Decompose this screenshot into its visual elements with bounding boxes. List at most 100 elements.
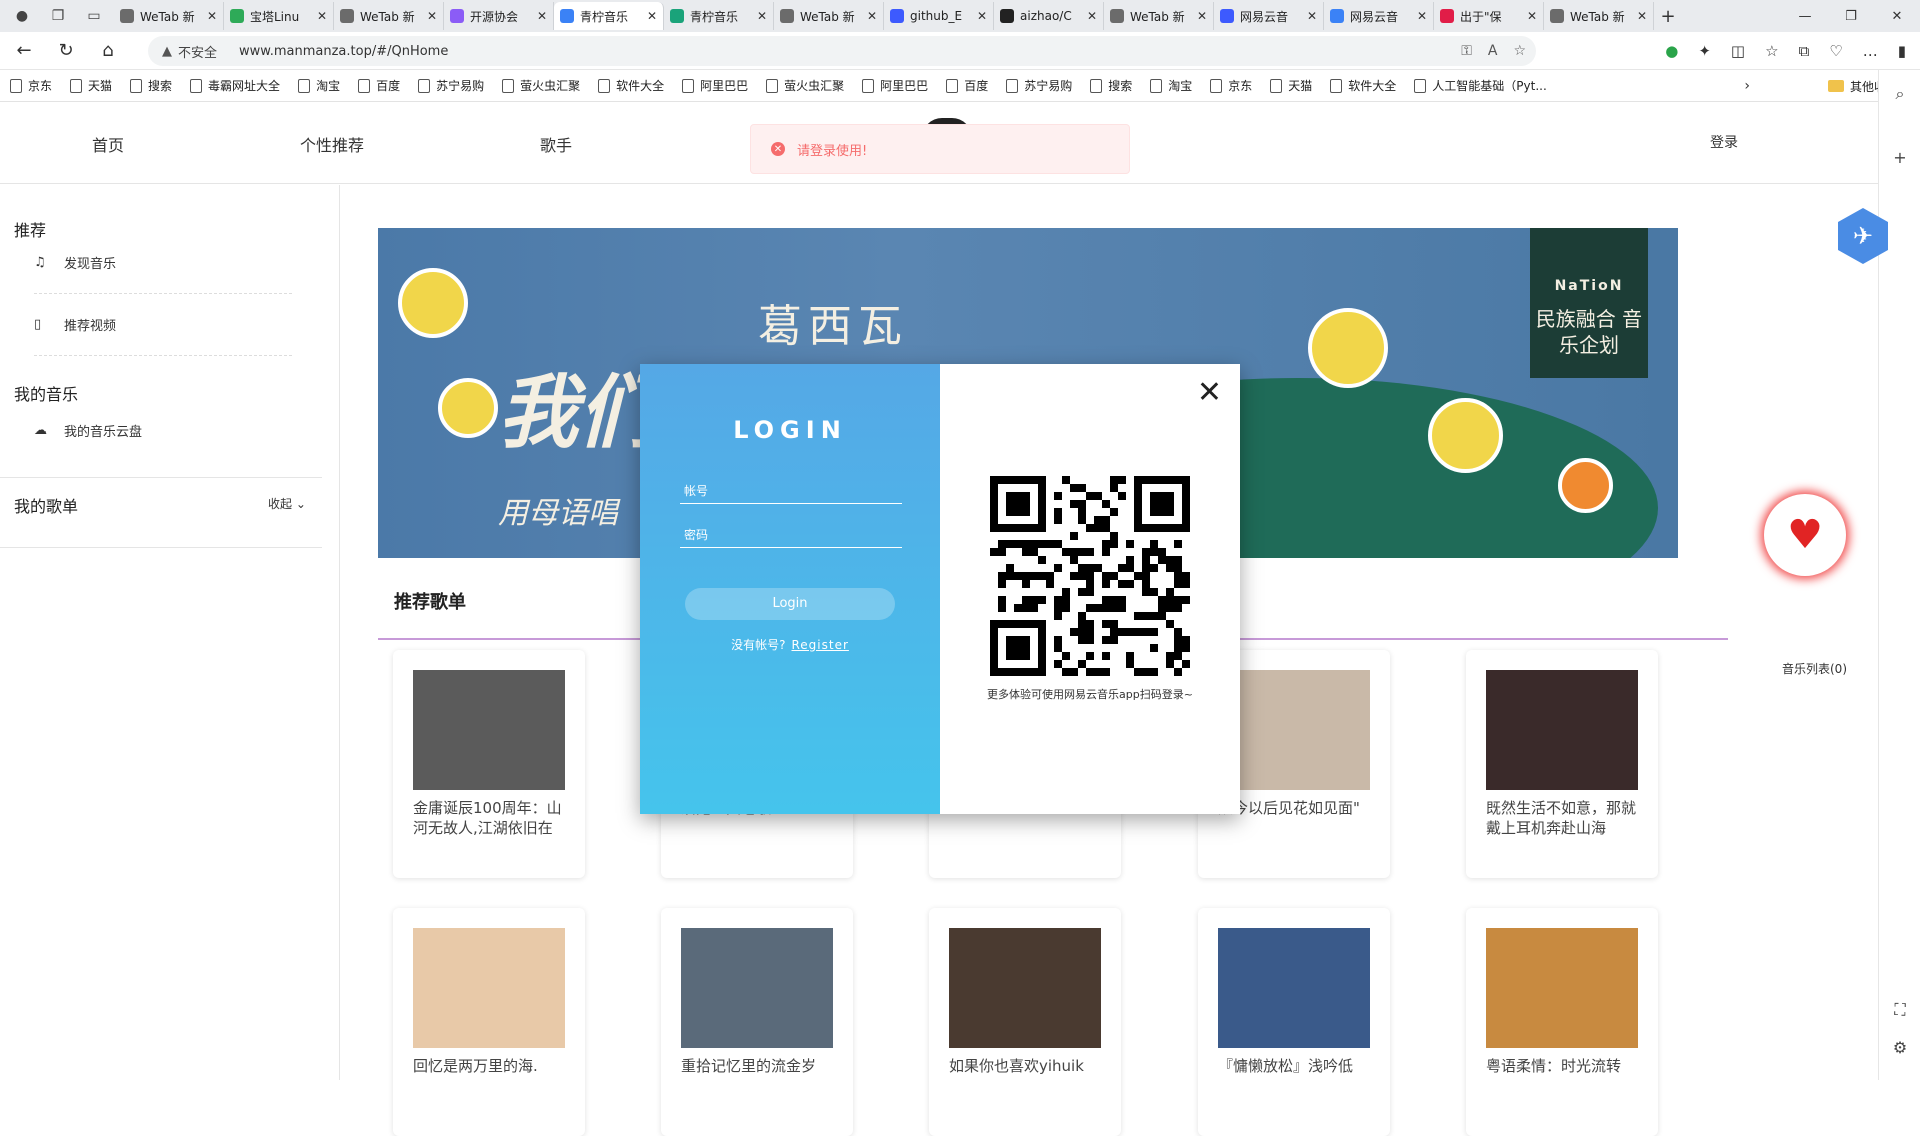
home-icon[interactable]: ⌂ bbox=[90, 36, 126, 66]
tab-close-icon[interactable]: ✕ bbox=[1527, 9, 1537, 23]
tab-close-icon[interactable]: ✕ bbox=[427, 9, 437, 23]
bookmark-item[interactable]: 毒霸网址大全 bbox=[190, 77, 280, 94]
sidebar-toggle-icon[interactable]: ▮ bbox=[1898, 42, 1906, 60]
address-bar[interactable]: ▲ 不安全 www.manmanza.top/#/QnHome ⚿ A ☆ bbox=[148, 36, 1536, 66]
tab-actions-icon[interactable]: ▭ bbox=[80, 2, 108, 30]
bookmark-item[interactable]: 苏宁易购 bbox=[418, 77, 484, 94]
bookmark-item[interactable]: 淘宝 bbox=[298, 77, 340, 94]
browser-tab[interactable]: 网易云音 ✕ bbox=[1214, 2, 1324, 30]
refresh-icon[interactable]: ↻ bbox=[48, 36, 84, 66]
add-icon[interactable]: + bbox=[1879, 148, 1920, 167]
sidebar-item-discover[interactable]: ♫ 发现音乐 bbox=[34, 253, 116, 272]
bookmark-item[interactable]: 天猫 bbox=[70, 77, 112, 94]
tab-close-icon[interactable]: ✕ bbox=[1087, 9, 1097, 23]
bookmark-item[interactable]: 京东 bbox=[10, 77, 52, 94]
workspaces-icon[interactable]: ❐ bbox=[44, 2, 72, 30]
nav-singer[interactable]: 歌手 bbox=[540, 132, 572, 156]
like-heart-button[interactable]: ♥ bbox=[1764, 494, 1846, 576]
favorites-icon[interactable]: ☆ bbox=[1765, 42, 1778, 60]
music-list-count[interactable]: 音乐列表(0) bbox=[1782, 660, 1847, 677]
screenshot-icon[interactable]: ⛶ bbox=[1879, 1000, 1920, 1020]
browser-tab[interactable]: github_E ✕ bbox=[884, 2, 994, 30]
register-link[interactable]: Register bbox=[791, 638, 848, 652]
bookmark-item[interactable]: 苏宁易购 bbox=[1006, 77, 1072, 94]
extensions-icon[interactable]: ✦ bbox=[1698, 42, 1711, 60]
tab-close-icon[interactable]: ✕ bbox=[317, 9, 327, 23]
back-icon[interactable]: ← bbox=[6, 36, 42, 66]
playlist-card[interactable]: 金庸诞辰100周年：山河无故人,江湖依旧在 bbox=[393, 650, 585, 878]
bookmark-item[interactable]: 搜索 bbox=[1090, 77, 1132, 94]
account-input[interactable]: 帐号 bbox=[680, 482, 902, 504]
browser-tab[interactable]: WeTab 新 ✕ bbox=[774, 2, 884, 30]
bookmark-item[interactable]: 搜索 bbox=[130, 77, 172, 94]
performance-icon[interactable]: ♡ bbox=[1829, 42, 1842, 60]
browser-tab[interactable]: 网易云音 ✕ bbox=[1324, 2, 1434, 30]
browser-tab[interactable]: WeTab 新 ✕ bbox=[1104, 2, 1214, 30]
playlist-card[interactable]: 既然生活不如意，那就戴上耳机奔赴山海 bbox=[1466, 650, 1658, 878]
tab-close-icon[interactable]: ✕ bbox=[1197, 9, 1207, 23]
playlist-card[interactable]: 重拾记忆里的流金岁 bbox=[661, 908, 853, 1136]
bookmark-item[interactable]: 软件大全 bbox=[598, 77, 664, 94]
tab-close-icon[interactable]: ✕ bbox=[757, 9, 767, 23]
close-icon[interactable]: ✕ bbox=[1197, 378, 1222, 408]
browser-tab[interactable]: 青柠音乐 ✕ bbox=[664, 2, 774, 30]
nav-home[interactable]: 首页 bbox=[92, 132, 124, 156]
browser-tab[interactable]: 宝塔Linu ✕ bbox=[224, 2, 334, 30]
login-link[interactable]: 登录 bbox=[1710, 132, 1738, 152]
sidebar-heading-my-playlist[interactable]: 我的歌单 bbox=[14, 493, 78, 517]
tab-close-icon[interactable]: ✕ bbox=[537, 9, 547, 23]
bookmark-item[interactable]: 软件大全 bbox=[1330, 77, 1396, 94]
browser-tab[interactable]: 青柠音乐 ✕ bbox=[554, 2, 664, 30]
browser-tab[interactable]: WeTab 新 ✕ bbox=[334, 2, 444, 30]
bookmark-item[interactable]: 阿里巴巴 bbox=[862, 77, 928, 94]
key-icon[interactable]: ⚿ bbox=[1461, 43, 1472, 59]
bookmark-item[interactable]: 萤火虫汇聚 bbox=[766, 77, 844, 94]
new-tab-button[interactable]: + bbox=[1654, 6, 1682, 27]
bookmark-item[interactable]: 人工智能基础（Pyt... bbox=[1414, 77, 1547, 94]
close-window-button[interactable]: ✕ bbox=[1874, 9, 1920, 24]
browser-tab[interactable]: WeTab 新 ✕ bbox=[114, 2, 224, 30]
login-button[interactable]: Login bbox=[685, 588, 895, 620]
settings-icon[interactable]: ⚙ bbox=[1879, 1038, 1920, 1057]
tab-close-icon[interactable]: ✕ bbox=[1637, 9, 1647, 23]
more-menu-icon[interactable]: … bbox=[1863, 42, 1878, 60]
collapse-toggle[interactable]: 收起 ⌄ bbox=[268, 495, 306, 512]
bookmark-item[interactable]: 天猫 bbox=[1270, 77, 1312, 94]
bookmark-item[interactable]: 淘宝 bbox=[1150, 77, 1192, 94]
browser-tab[interactable]: 开源协会 ✕ bbox=[444, 2, 554, 30]
bookmark-item[interactable]: 百度 bbox=[946, 77, 988, 94]
search-icon[interactable]: ⌕ bbox=[1879, 84, 1920, 104]
bookmark-item[interactable]: 阿里巴巴 bbox=[682, 77, 748, 94]
tab-close-icon[interactable]: ✕ bbox=[1417, 9, 1427, 23]
sidebar-item-video[interactable]: ▯ 推荐视频 bbox=[34, 315, 116, 334]
tab-close-icon[interactable]: ✕ bbox=[647, 9, 657, 23]
bookmark-item[interactable]: 萤火虫汇聚 bbox=[502, 77, 580, 94]
bookmark-item[interactable]: 京东 bbox=[1210, 77, 1252, 94]
browser-tab[interactable]: aizhao/C ✕ bbox=[994, 2, 1104, 30]
bookmark-page-icon bbox=[502, 78, 515, 93]
read-aloud-icon[interactable]: A bbox=[1488, 43, 1498, 59]
tab-close-icon[interactable]: ✕ bbox=[1307, 9, 1317, 23]
playlist-card[interactable]: 『慵懒放松』浅吟低 bbox=[1198, 908, 1390, 1136]
playlist-card[interactable]: 如果你也喜欢yihuik bbox=[929, 908, 1121, 1136]
browser-tab[interactable]: WeTab 新 ✕ bbox=[1544, 2, 1654, 30]
tab-close-icon[interactable]: ✕ bbox=[977, 9, 987, 23]
url-text[interactable]: www.manmanza.top/#/QnHome bbox=[239, 44, 448, 59]
collections-icon[interactable]: ⧉ bbox=[1799, 42, 1810, 60]
restore-button[interactable]: ❐ bbox=[1828, 9, 1874, 24]
tab-close-icon[interactable]: ✕ bbox=[207, 9, 217, 23]
playlist-card[interactable]: 粤语柔情：时光流转 bbox=[1466, 908, 1658, 1136]
nav-personal-recommend[interactable]: 个性推荐 bbox=[300, 132, 364, 156]
minimize-button[interactable]: — bbox=[1782, 9, 1828, 24]
sidebar-item-cloud[interactable]: ☁ 我的音乐云盘 bbox=[34, 421, 142, 440]
bookmarks-overflow-icon[interactable]: › bbox=[1744, 78, 1750, 94]
bookmark-item[interactable]: 百度 bbox=[358, 77, 400, 94]
profile-icon[interactable]: ● bbox=[8, 2, 36, 30]
password-input[interactable]: 密码 bbox=[680, 526, 902, 548]
tab-close-icon[interactable]: ✕ bbox=[867, 9, 877, 23]
playlist-card[interactable]: 回忆是两万里的海. bbox=[393, 908, 585, 1136]
split-screen-icon[interactable]: ◫ bbox=[1731, 42, 1745, 60]
extension-green-icon[interactable]: ● bbox=[1665, 42, 1678, 60]
browser-tab[interactable]: 出于"保 ✕ bbox=[1434, 2, 1544, 30]
favorite-star-icon[interactable]: ☆ bbox=[1513, 43, 1526, 59]
